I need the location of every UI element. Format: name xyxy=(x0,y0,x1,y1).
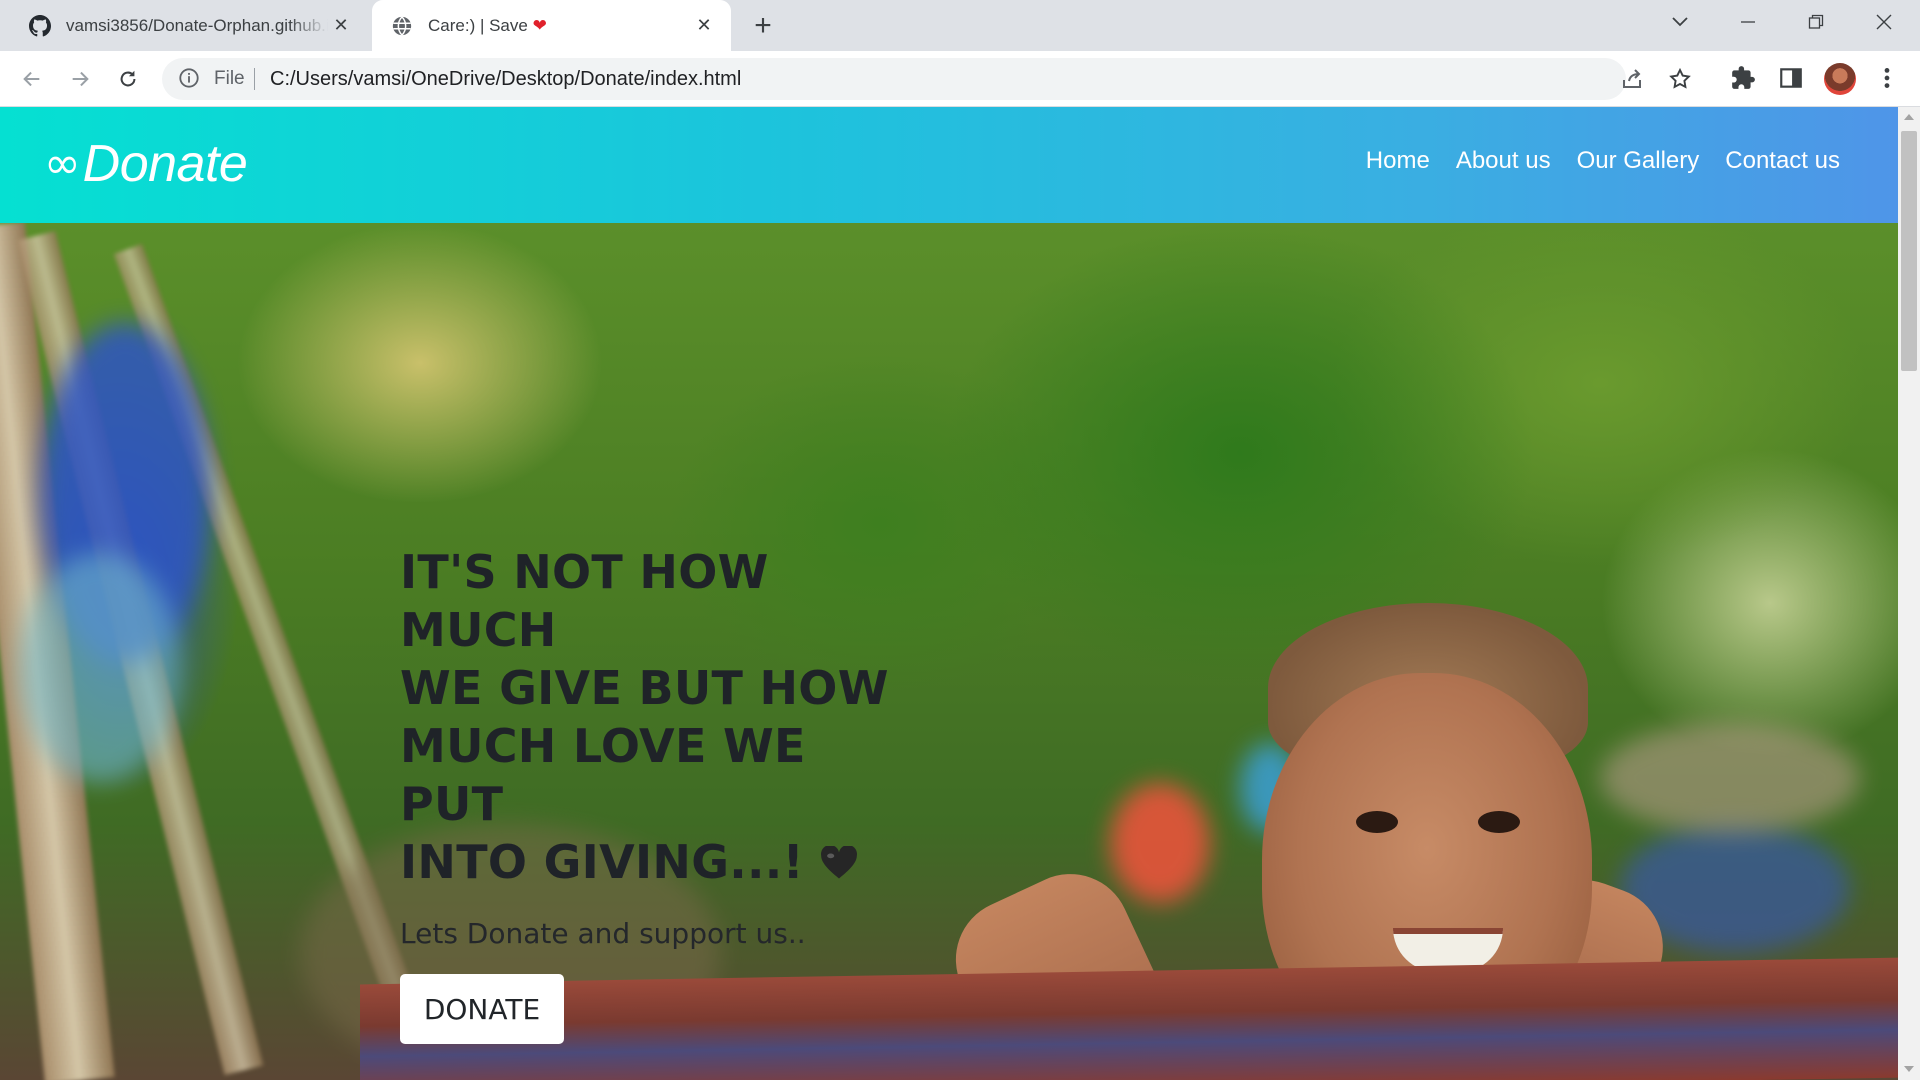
menu-kebab-icon[interactable] xyxy=(1880,65,1894,96)
scroll-up-arrow-icon[interactable] xyxy=(1904,114,1914,120)
black-heart-icon xyxy=(821,846,858,879)
side-panel-icon[interactable] xyxy=(1778,65,1804,96)
nav-about-us[interactable]: About us xyxy=(1456,147,1551,175)
hero-subline: Lets Donate and support us.. xyxy=(400,917,806,950)
tab-title: vamsi3856/Donate-Orphan.github.io xyxy=(66,15,328,35)
bookmark-star-icon[interactable] xyxy=(1668,67,1692,96)
tab-search-icon[interactable] xyxy=(1646,0,1714,44)
nav-home[interactable]: Home xyxy=(1366,147,1430,175)
reload-button[interactable] xyxy=(112,63,144,95)
extensions-icon[interactable] xyxy=(1730,65,1756,96)
close-window-button[interactable] xyxy=(1850,0,1918,44)
page-viewport: ∞ Donate Home About us Our Gallery Conta… xyxy=(0,107,1898,1080)
globe-icon xyxy=(390,14,414,38)
hero-headline: IT'S NOT HOW MUCH WE GIVE BUT HOW MUCH L… xyxy=(400,543,920,891)
scheme-label: File xyxy=(214,68,245,89)
address-bar[interactable]: File C:/Users/vamsi/OneDrive/Desktop/Don… xyxy=(162,58,1691,100)
nav-our-gallery[interactable]: Our Gallery xyxy=(1577,147,1700,175)
headline-line: WE GIVE BUT HOW xyxy=(400,661,889,715)
page-scrollbar[interactable] xyxy=(1898,107,1920,1080)
new-tab-button[interactable]: + xyxy=(748,11,778,42)
site-info-icon[interactable] xyxy=(178,67,200,94)
hero-section: IT'S NOT HOW MUCH WE GIVE BUT HOW MUCH L… xyxy=(0,223,1898,1080)
hero-text-block: IT'S NOT HOW MUCH WE GIVE BUT HOW MUCH L… xyxy=(400,543,920,1044)
scrollbar-thumb[interactable] xyxy=(1901,131,1917,371)
close-tab-icon[interactable]: ✕ xyxy=(691,13,717,39)
tab-github[interactable]: vamsi3856/Donate-Orphan.github.io ✕ xyxy=(16,0,368,51)
close-tab-icon[interactable]: ✕ xyxy=(328,13,354,39)
profile-avatar[interactable] xyxy=(1824,63,1856,95)
browser-tab-strip: vamsi3856/Donate-Orphan.github.io ✕ Care… xyxy=(0,0,1920,51)
browser-toolbar: File C:/Users/vamsi/OneDrive/Desktop/Don… xyxy=(0,51,1920,107)
back-button[interactable] xyxy=(16,63,48,95)
nav-contact-us[interactable]: Contact us xyxy=(1725,147,1840,175)
forward-button[interactable] xyxy=(64,63,96,95)
infinity-icon: ∞ xyxy=(44,138,81,189)
scroll-down-arrow-icon[interactable] xyxy=(1904,1066,1914,1072)
headline-line: MUCH LOVE WE PUT xyxy=(400,719,806,831)
url-text[interactable]: C:/Users/vamsi/OneDrive/Desktop/Donate/i… xyxy=(270,68,741,91)
github-icon xyxy=(28,14,52,38)
tab-care-save[interactable]: Care:) | Save ❤ ✕ xyxy=(372,0,731,51)
separator xyxy=(254,68,255,90)
heart-emoji: ❤ xyxy=(532,15,547,35)
donate-button[interactable]: DONATE xyxy=(400,974,564,1044)
site-logo[interactable]: ∞ Donate xyxy=(44,134,248,194)
share-icon[interactable] xyxy=(1620,67,1644,96)
site-navbar: ∞ Donate Home About us Our Gallery Conta… xyxy=(0,107,1898,223)
restore-button[interactable] xyxy=(1782,0,1850,44)
minimize-button[interactable] xyxy=(1714,0,1782,44)
tab-title: Care:) | Save xyxy=(428,15,528,35)
headline-line: IT'S NOT HOW MUCH xyxy=(400,545,769,657)
headline-line: INTO GIVING...! xyxy=(400,835,804,889)
brand-name: Donate xyxy=(82,135,248,193)
main-nav: Home About us Our Gallery Contact us xyxy=(1366,147,1840,175)
